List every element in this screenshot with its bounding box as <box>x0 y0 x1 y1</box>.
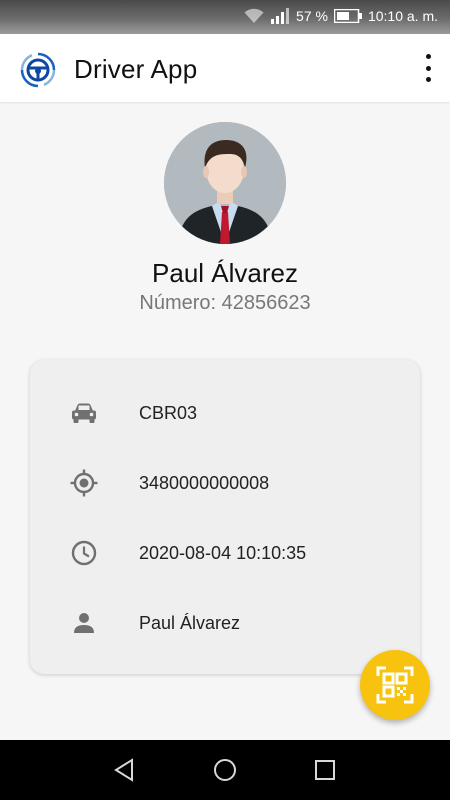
info-row-device: 3480000000008 <box>30 463 420 503</box>
clock-icon <box>70 539 98 567</box>
battery-icon <box>333 9 362 23</box>
driver-name: Paul Álvarez <box>152 258 298 288</box>
device-id: 3480000000008 <box>139 472 270 493</box>
avatar <box>164 122 286 244</box>
app-bar: Driver App <box>0 34 450 102</box>
gps-location-icon <box>70 469 98 497</box>
man-in-suit-avatar <box>164 122 286 244</box>
status-bar: 57 % 10:10 a. m. <box>0 0 450 34</box>
driver-number: Número: 42856623 <box>139 292 311 314</box>
app-title: Driver App <box>74 54 198 84</box>
wifi-icon <box>244 8 264 23</box>
status-indicators: 57 % 10:10 a. m. <box>244 8 438 24</box>
back-icon[interactable] <box>113 758 137 782</box>
steering-wheel-icon <box>20 52 56 88</box>
clock: 10:10 a. m. <box>367 8 438 24</box>
vehicle-code: CBR03 <box>139 402 198 423</box>
menu-dot <box>425 77 431 82</box>
car-icon <box>70 399 98 427</box>
menu-dot <box>425 54 431 59</box>
person-icon <box>70 609 98 637</box>
timestamp: 2020-08-04 10:10:35 <box>139 542 307 563</box>
signal-icon <box>271 8 290 24</box>
driver-label: Paul Álvarez <box>139 612 241 633</box>
info-row-datetime: 2020-08-04 10:10:35 <box>30 533 420 573</box>
more-vert-icon[interactable] <box>420 54 436 82</box>
scan-qr-button[interactable] <box>360 650 430 720</box>
qr-scan-icon <box>376 666 414 704</box>
home-icon[interactable] <box>213 758 237 782</box>
info-row-driver: Paul Álvarez <box>30 603 420 643</box>
driver-info-card: CBR03 3480000000008 2020-08-04 10:10:35 <box>30 360 420 674</box>
info-row-vehicle: CBR03 <box>30 393 420 433</box>
menu-dot <box>425 65 431 71</box>
battery-percent: 57 % <box>296 8 328 24</box>
system-nav-bar <box>0 740 450 800</box>
recents-icon[interactable] <box>313 758 337 782</box>
